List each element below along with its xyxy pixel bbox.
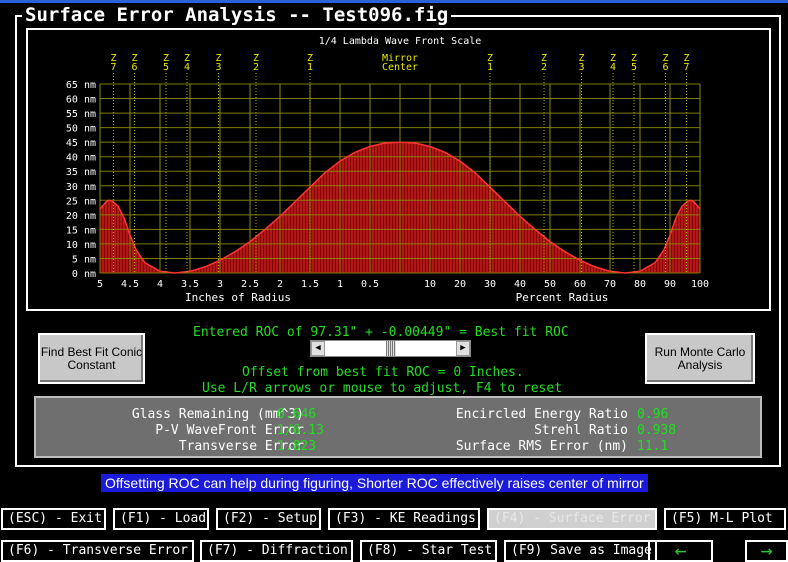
surface-error-button[interactable]: (F4) - Surface Error: [487, 508, 657, 530]
x-tick-label-inches: 1.5: [301, 279, 319, 290]
x-tick-label-percent: 10: [424, 279, 436, 290]
strehl-ratio-value: 0.938: [637, 423, 677, 438]
zone-number: 3: [215, 62, 221, 73]
y-tick-label: 10 nm: [66, 240, 96, 251]
y-tick-label: 5 nm: [72, 254, 96, 265]
slider-right-arrow-icon[interactable]: ▶: [456, 341, 470, 356]
x-tick-label-inches: 5: [97, 279, 103, 290]
results-panel: Glass Remaining (mm^3) 0.646 P-V WaveFro…: [34, 396, 762, 458]
x-axis-label-percent: Percent Radius: [516, 291, 609, 304]
y-tick-label: 60 nm: [66, 95, 96, 106]
pv-error-value: 1/6.13: [277, 423, 324, 438]
slider-thumb[interactable]: [386, 341, 396, 356]
y-tick-label: 25 nm: [66, 196, 96, 207]
setup-button[interactable]: (F2) - Setup: [216, 508, 321, 530]
y-tick-label: 0 nm: [72, 269, 96, 280]
exit-button[interactable]: (ESC) - Exit: [1, 508, 106, 530]
y-tick-label: 30 nm: [66, 182, 96, 193]
encircled-energy-label: Encircled Energy Ratio: [455, 407, 628, 422]
adjust-hint-text: Use L/R arrows or mouse to adjust, F4 to…: [202, 381, 563, 396]
y-tick-label: 35 nm: [66, 167, 96, 178]
y-tick-label: 40 nm: [66, 153, 96, 164]
x-tick-label-percent: 30: [484, 279, 496, 290]
x-tick-label-percent: 70: [604, 279, 616, 290]
next-arrow-icon[interactable]: →: [745, 540, 788, 562]
surface-error-chart: 1/4 Lambda Wave Front Scale 65 nm 60 nm 55 …: [26, 28, 771, 311]
mirror-center-label: Center: [382, 62, 418, 73]
zone-number: 4: [184, 62, 190, 73]
ke-readings-button[interactable]: (F3) - KE Readings: [328, 508, 480, 530]
top-accent-line: [0, 0, 788, 3]
x-tick-label-percent: 100: [691, 279, 709, 290]
x-tick-label-percent: 20: [454, 279, 466, 290]
x-axis-label-inches: Inches of Radius: [185, 291, 291, 304]
zone-number: 5: [631, 62, 637, 73]
x-tick-label-inches: 4.5: [121, 279, 139, 290]
x-tick-label-inches: 2: [277, 279, 283, 290]
ml-plot-button[interactable]: (F5) M-L Plot: [664, 508, 786, 530]
y-tick-label: 20 nm: [66, 211, 96, 222]
star-test-button[interactable]: (F8) - Star Test: [360, 540, 497, 562]
zone-number: 6: [662, 62, 668, 73]
zone-number: 4: [610, 62, 616, 73]
x-tick-label-inches: 4: [157, 279, 163, 290]
x-tick-label-percent: 50: [544, 279, 556, 290]
x-tick-label-percent: 90: [664, 279, 676, 290]
x-tick-label-percent: 40: [514, 279, 526, 290]
chart-title: 1/4 Lambda Wave Front Scale: [319, 36, 482, 47]
roc-offset-slider[interactable]: ◀ ▶: [310, 340, 471, 357]
x-tick-label-inches: 3.5: [181, 279, 199, 290]
find-best-fit-conic-button[interactable]: Find Best Fit Conic Constant: [38, 333, 145, 384]
zone-number: 1: [487, 62, 493, 73]
transverse-error-value: 1.823: [277, 439, 317, 454]
zone-number: 1: [307, 62, 313, 73]
window-title: Surface Error Analysis -- Test096.fig: [22, 4, 452, 26]
save-image-button[interactable]: (F9) Save as Image: [504, 540, 657, 562]
run-monte-carlo-button[interactable]: Run Monte Carlo Analysis: [645, 333, 755, 384]
y-tick-label: 50 nm: [66, 124, 96, 135]
roc-hint-banner: Offsetting ROC can help during figuring,…: [101, 474, 648, 492]
y-tick-label: 45 nm: [66, 138, 96, 149]
transverse-error-button[interactable]: (F6) - Transverse Error: [1, 540, 194, 562]
zone-number: 2: [253, 62, 259, 73]
y-tick-label: 65 nm: [66, 80, 96, 91]
x-tick-label-inches: 2.5: [241, 279, 259, 290]
load-button[interactable]: (F1) - Load: [113, 508, 209, 530]
glass-remaining-value: 0.646: [277, 407, 317, 422]
offset-text: Offset from best fit ROC = 0 Inches.: [242, 365, 524, 380]
x-tick-label-inches: 0.5: [361, 279, 379, 290]
x-tick-label-inches: 3: [217, 279, 223, 290]
strehl-ratio-label: Strehl Ratio: [534, 423, 628, 438]
chart-svg: 1/4 Lambda Wave Front Scale65 nm60 nm55 …: [66, 36, 709, 304]
rms-error-value: 11.1: [637, 439, 669, 454]
x-tick-label-percent: 80: [634, 279, 646, 290]
zone-number: 7: [110, 62, 116, 73]
diffraction-button[interactable]: (F7) - Diffraction: [200, 540, 353, 562]
previous-arrow-icon[interactable]: ←: [648, 540, 713, 562]
x-tick-label-inches: 1: [337, 279, 343, 290]
y-tick-label: 15 nm: [66, 225, 96, 236]
encircled-energy-value: 0.96: [637, 407, 669, 422]
entered-roc-text: Entered ROC of 97.31" + -0.00449" = Best…: [193, 325, 569, 340]
x-tick-label-percent: 60: [574, 279, 586, 290]
y-tick-label: 55 nm: [66, 109, 96, 120]
zone-number: 7: [683, 62, 689, 73]
slider-left-arrow-icon[interactable]: ◀: [311, 341, 325, 356]
zone-number: 3: [578, 62, 584, 73]
zone-number: 6: [131, 62, 137, 73]
zone-number: 5: [163, 62, 169, 73]
zone-number: 2: [541, 62, 547, 73]
rms-error-label: Surface RMS Error (nm): [455, 439, 628, 454]
